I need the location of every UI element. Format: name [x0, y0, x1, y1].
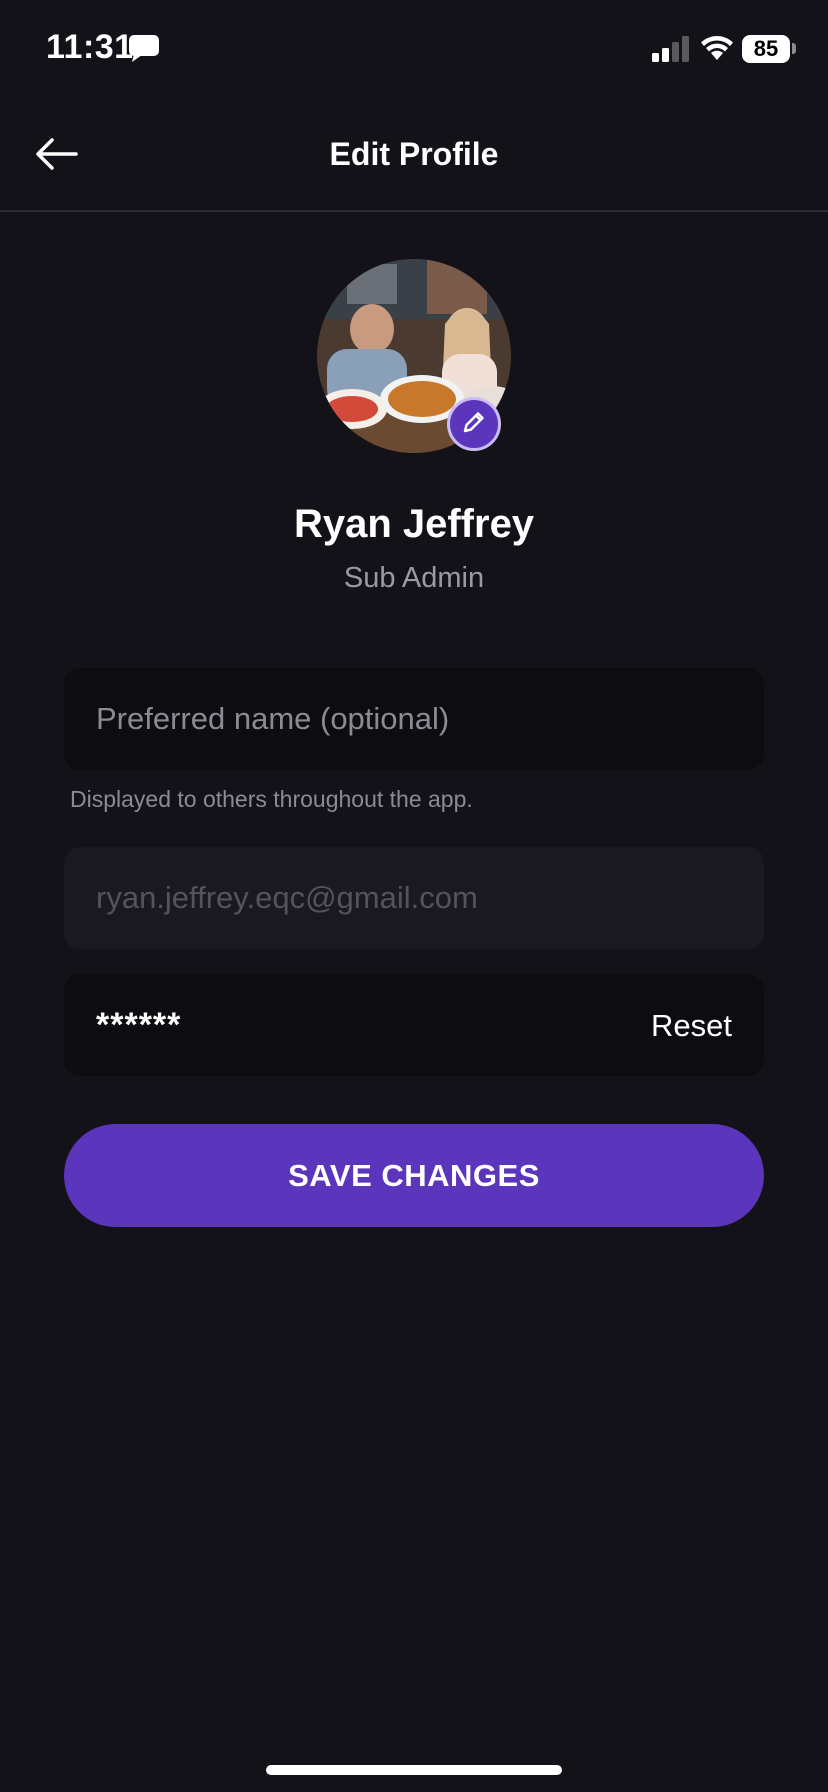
password-field: ****** Reset — [64, 974, 764, 1076]
status-bar: 11:31 85 — [0, 0, 828, 100]
edit-avatar-button[interactable] — [447, 397, 501, 451]
home-indicator — [266, 1765, 562, 1775]
page-title: Edit Profile — [329, 136, 499, 172]
status-time: 11:31 — [46, 28, 134, 66]
avatar-container — [317, 259, 511, 453]
email-field — [64, 847, 764, 949]
user-name: Ryan Jeffrey — [293, 502, 535, 546]
save-changes-button[interactable]: SAVE CHANGES — [64, 1124, 764, 1227]
wifi-icon — [700, 34, 734, 62]
preferred-name-hint: Displayed to others throughout the app. — [70, 786, 473, 812]
header: Edit Profile — [0, 100, 828, 212]
email-input — [96, 847, 726, 949]
user-role: Sub Admin — [343, 562, 485, 594]
message-icon — [128, 34, 160, 64]
reset-password-link[interactable]: Reset — [651, 1008, 732, 1044]
battery-icon: 85 — [742, 35, 790, 63]
password-mask: ****** — [96, 1006, 182, 1044]
battery-cap — [792, 43, 796, 54]
preferred-name-input[interactable] — [96, 668, 726, 770]
pencil-icon — [461, 409, 487, 440]
preferred-name-field — [64, 668, 764, 770]
signal-icon — [652, 36, 692, 62]
